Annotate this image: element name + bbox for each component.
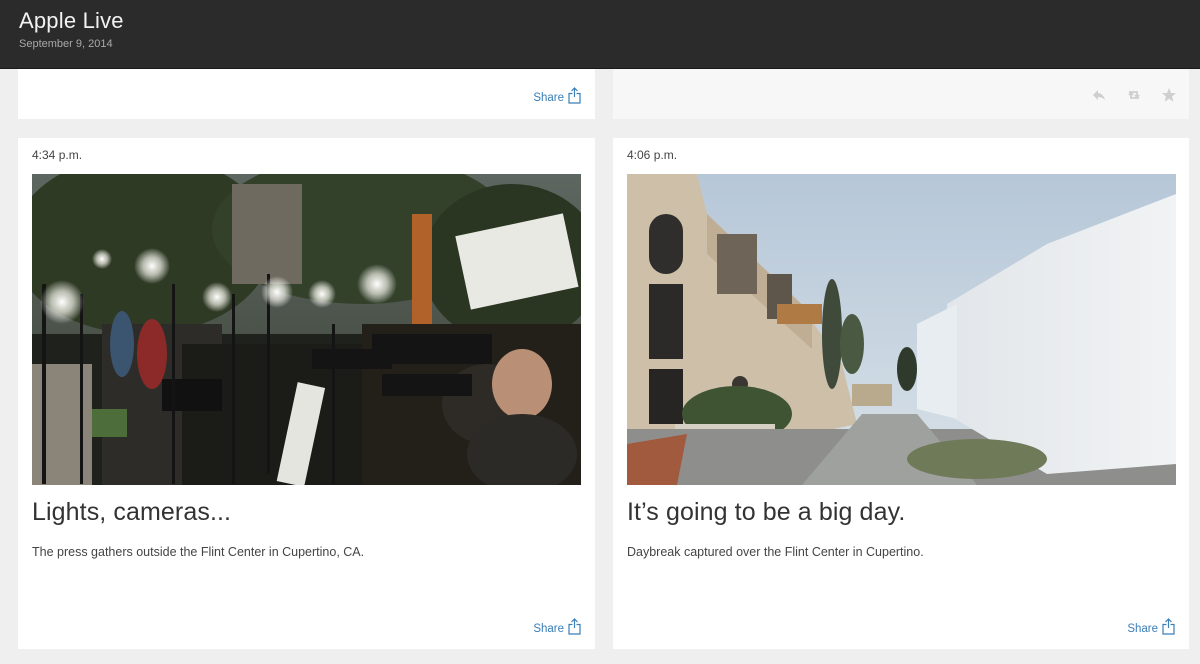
app-title: Apple Live — [19, 8, 124, 33]
post-time: 4:34 p.m. — [32, 148, 83, 162]
share-button[interactable]: Share — [533, 618, 581, 635]
post-card-press: 4:34 p.m. Lights, cameras... The press g… — [18, 138, 595, 649]
reply-icon[interactable] — [1091, 87, 1107, 103]
retweet-icon[interactable] — [1126, 87, 1142, 103]
post-card-flint-center: 4:06 p.m. It’s going to be a big day. Da… — [613, 138, 1189, 649]
post-headline: It’s going to be a big day. — [627, 498, 906, 526]
share-icon — [1162, 618, 1175, 635]
share-button[interactable]: Share — [1127, 618, 1175, 635]
app-header: Apple Live September 9, 2014 — [0, 0, 1200, 69]
post-card-partial-left: Share — [18, 69, 595, 119]
post-caption: The press gathers outside the Flint Cent… — [32, 545, 365, 559]
share-icon — [568, 87, 581, 104]
post-headline: Lights, cameras... — [32, 498, 232, 526]
share-icon — [568, 618, 581, 635]
tweet-card-partial-right — [613, 69, 1189, 119]
favorite-icon[interactable] — [1161, 87, 1177, 103]
share-label: Share — [533, 623, 564, 635]
share-label: Share — [533, 92, 564, 104]
event-date: September 9, 2014 — [19, 38, 113, 50]
share-button[interactable]: Share — [533, 87, 581, 104]
press-cameras-photo — [32, 174, 581, 485]
tweet-actions — [1091, 87, 1177, 103]
share-label: Share — [1127, 623, 1158, 635]
post-time: 4:06 p.m. — [627, 148, 678, 162]
post-caption: Daybreak captured over the Flint Center … — [627, 545, 924, 559]
flint-center-daybreak-photo — [627, 174, 1176, 485]
